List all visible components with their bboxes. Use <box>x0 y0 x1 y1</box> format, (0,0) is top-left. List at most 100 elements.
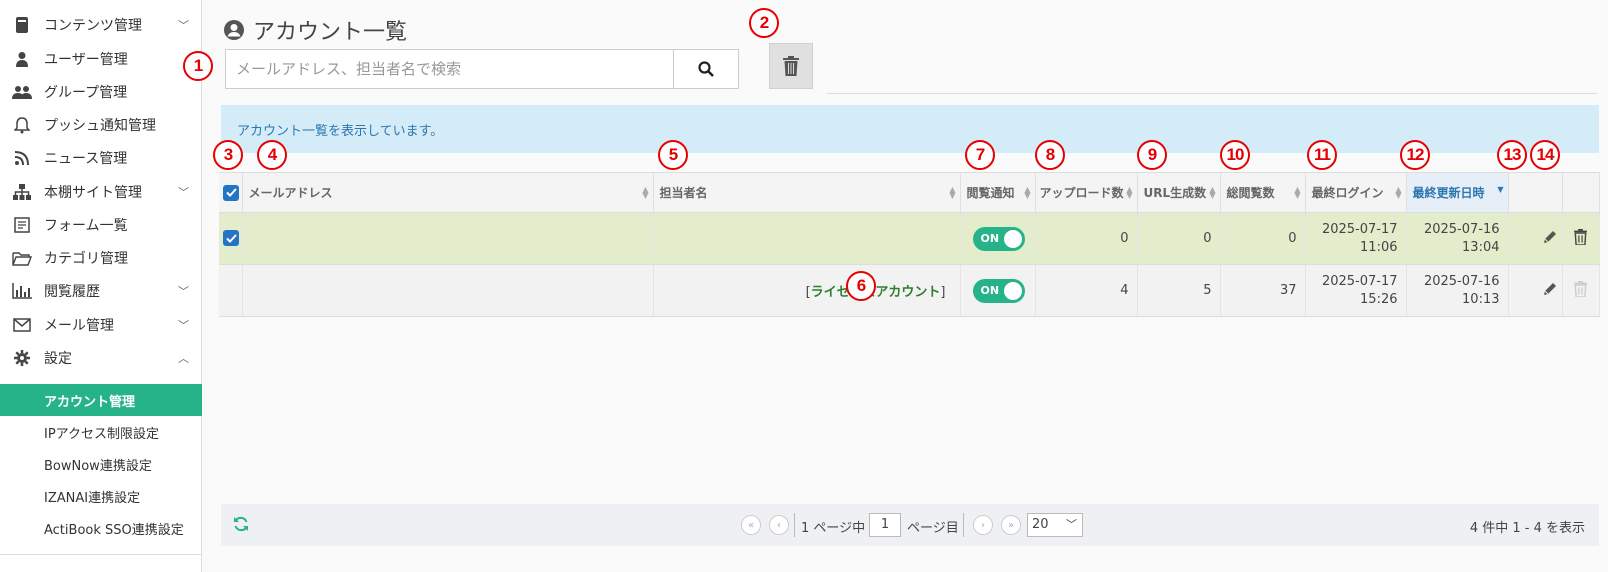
col-uploads[interactable]: アップロード数 ▲ ▼ <box>1035 172 1138 213</box>
annotation-marker: 8 <box>1035 140 1065 170</box>
col-header-label: URL生成数 <box>1143 186 1207 200</box>
search-input[interactable] <box>226 50 676 88</box>
sidebar-item-settings[interactable]: 設定 ︿ <box>0 341 202 375</box>
notify-cell: ON <box>960 212 1036 265</box>
sidebar-item-label: 設定 <box>44 351 72 367</box>
col-urls[interactable]: URL生成数 ▲ ▼ <box>1137 172 1221 213</box>
mail-icon <box>12 315 32 335</box>
email-cell <box>242 264 654 317</box>
col-header-label: メールアドレス <box>248 186 333 200</box>
sidebar-item-label: グループ管理 <box>44 85 128 101</box>
last-login-cell: 2025-07-17 11:06 <box>1305 212 1407 265</box>
check-icon <box>225 188 237 197</box>
sidebar-item-history[interactable]: 閲覧履歴 ﹀ <box>0 274 202 308</box>
trash-icon-disabled <box>1574 280 1587 298</box>
col-person[interactable]: 担当者名 ▲ ▼ <box>653 172 961 213</box>
col-updated[interactable]: 最終更新日時 ▼ <box>1406 172 1509 213</box>
sidebar-subitem-actibook[interactable]: ActiBook SSO連携設定 <box>0 512 202 544</box>
divider <box>827 93 1597 94</box>
next-page-icon: › <box>981 519 985 531</box>
updated-cell: 2025-07-16 10:13 <box>1406 264 1509 317</box>
col-header-label: 担当者名 <box>659 186 708 200</box>
person-cell <box>653 212 961 265</box>
prev-page-icon: ‹ <box>777 519 781 531</box>
col-email[interactable]: メールアドレス ▲ ▼ <box>242 172 654 213</box>
first-page-button[interactable]: « <box>741 515 761 535</box>
table-row[interactable]: ON 0 0 0 2025-07-17 11:06 2025-07-16 13:04 <box>219 212 1600 265</box>
search-field[interactable] <box>225 49 677 89</box>
notify-toggle[interactable]: ON <box>972 226 1025 251</box>
col-views[interactable]: 総閲覧数 ▲ ▼ <box>1220 172 1306 213</box>
refresh-icon[interactable] <box>233 516 249 536</box>
sidebar-item-label: プッシュ通知管理 <box>44 118 156 134</box>
updated-date: 2025-07-16 <box>1423 273 1500 289</box>
bulk-delete-button[interactable] <box>769 43 813 89</box>
search-button[interactable] <box>673 49 739 89</box>
page-suffix: ページ目 <box>907 521 959 536</box>
sidebar-item-push[interactable]: プッシュ通知管理 <box>0 108 202 142</box>
sidebar-subitem-izanai[interactable]: IZANAI連携設定 <box>0 480 202 512</box>
row-select-cell <box>219 264 243 317</box>
pencil-icon[interactable] <box>1542 281 1558 297</box>
sidebar-item-bookshelf[interactable]: 本棚サイト管理 ﹀ <box>0 175 202 209</box>
sidebar-subitem-bownow[interactable]: BowNow連携設定 <box>0 448 202 480</box>
sidebar-item-mail[interactable]: メール管理 ﹀ <box>0 308 202 342</box>
sidebar-subitem-account[interactable]: アカウント管理 <box>0 384 202 416</box>
prev-page-button[interactable]: ‹ <box>769 515 789 535</box>
select-all-checkbox[interactable] <box>223 184 239 201</box>
row-checkbox[interactable] <box>223 230 239 247</box>
sidebar-subitem-ip[interactable]: IPアクセス制限設定 <box>0 416 202 448</box>
annotation-marker: 2 <box>749 8 779 38</box>
sidebar-subitem-label: ActiBook SSO連携設定 <box>44 522 184 538</box>
col-header-label: 総閲覧数 <box>1226 186 1275 200</box>
updated-date: 2025-07-16 <box>1423 221 1500 237</box>
next-page-button[interactable]: › <box>973 515 993 535</box>
urls-cell: 0 <box>1137 212 1221 265</box>
updated-time: 10:13 <box>1462 291 1500 307</box>
pager-divider <box>963 513 964 537</box>
sort-icon: ▲ ▼ <box>949 185 956 200</box>
sidebar-item-users[interactable]: ユーザー管理 <box>0 42 202 76</box>
folder-icon <box>12 248 32 268</box>
pencil-icon[interactable] <box>1542 229 1558 245</box>
pager-bar: « ‹ 1 ページ中 1 ページ目 › » 20 ﹀ 4 件中 1 - 4 を表示 <box>221 504 1599 546</box>
chevron-down-icon: ﹀ <box>178 319 189 332</box>
sidebar-item-forms[interactable]: フォーム一覧 <box>0 208 202 242</box>
sidebar-item-news[interactable]: ニュース管理 <box>0 141 202 175</box>
notify-toggle[interactable]: ON <box>972 278 1025 303</box>
sidebar-item-category[interactable]: カテゴリ管理 <box>0 241 202 275</box>
table-row[interactable]: [ライセンスアカウント] ON 4 5 37 2025-07-17 15:26 2… <box>219 264 1600 317</box>
delete-cell <box>1562 212 1600 265</box>
sidebar-item-groups[interactable]: グループ管理 <box>0 75 202 109</box>
page-prefix: 1 ページ中 <box>801 521 866 536</box>
annotation-marker: 5 <box>658 140 688 170</box>
col-last-login[interactable]: 最終ログイン ▲ ▼ <box>1305 172 1407 213</box>
annotation-marker: 6 <box>846 271 876 301</box>
sidebar-item-label: 閲覧履歴 <box>44 284 100 300</box>
page-input[interactable]: 1 <box>869 513 901 537</box>
info-message-text: アカウント一覧を表示しています。 <box>237 123 444 139</box>
annotation-marker: 4 <box>257 140 287 170</box>
updated-cell: 2025-07-16 13:04 <box>1406 212 1509 265</box>
last-login-time: 11:06 <box>1360 239 1398 255</box>
page-title-text: アカウント一覧 <box>253 20 408 45</box>
sidebar-item-content[interactable]: コンテンツ管理 ﹀ <box>0 8 202 42</box>
urls-link[interactable]: 5 <box>1137 264 1221 317</box>
per-page-select[interactable]: 20 ﹀ <box>1027 513 1083 537</box>
delete-cell <box>1562 264 1600 317</box>
select-all-cell <box>219 172 243 213</box>
user-icon <box>12 49 32 69</box>
per-page-value: 20 <box>1032 517 1049 532</box>
bell-icon <box>12 115 32 135</box>
annotation-marker: 13 <box>1497 140 1527 170</box>
sitemap-icon <box>12 182 32 202</box>
sidebar-item-label: 本棚サイト管理 <box>44 185 142 201</box>
sort-icon: ▲ ▼ <box>1126 185 1133 200</box>
col-notify[interactable]: 閲覧通知 ▲ ▼ <box>960 172 1036 213</box>
sidebar-item-label: ニュース管理 <box>44 151 128 167</box>
annotation-marker: 3 <box>213 140 243 170</box>
last-page-button[interactable]: » <box>1001 515 1021 535</box>
trash-icon[interactable] <box>1574 228 1587 246</box>
form-icon <box>12 215 32 235</box>
sidebar-item-label: フォーム一覧 <box>44 218 128 234</box>
